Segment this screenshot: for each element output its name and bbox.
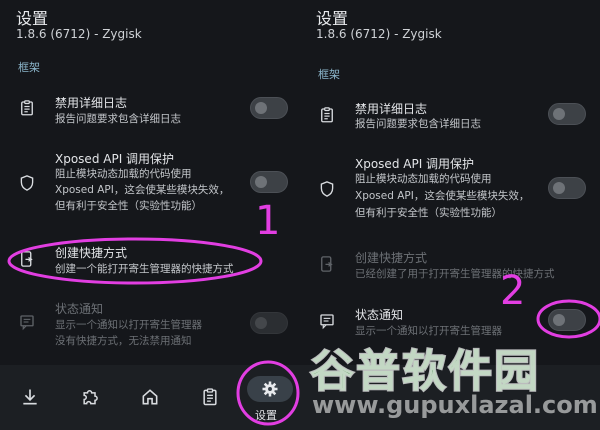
page-title: 设置: [16, 9, 49, 28]
setting-desc: 但有利于安全性（实验性功能）: [55, 200, 202, 212]
setting-disable-verbose-log[interactable]: 禁用详细日志 报告问题要求包含详细日志: [0, 90, 300, 140]
section-header-framework: 框架: [318, 68, 340, 81]
gear-icon: [261, 380, 279, 398]
setting-desc: 创建一个能打开寄生管理器的快捷方式: [55, 263, 234, 275]
nav-item-settings[interactable]: [247, 376, 293, 402]
page-title: 设置: [316, 9, 349, 28]
setting-xposed-api-protection[interactable]: Xposed API 调用保护 阻止模块动态加载的代码使用 Xposed API…: [300, 155, 600, 240]
watermark-url: www.gupuxlazal.com: [312, 391, 598, 419]
puzzle-icon[interactable]: [80, 387, 100, 407]
verbose-log-toggle[interactable]: [250, 97, 288, 119]
setting-desc: Xposed API，这会使某些模块失效，: [355, 190, 530, 202]
notification-icon: [318, 312, 336, 330]
setting-title: 创建快捷方式: [55, 246, 128, 260]
setting-disable-verbose-log[interactable]: 禁用详细日志 报告问题要求包含详细日志: [300, 98, 600, 148]
status-notification-toggle: [250, 312, 288, 334]
setting-desc: 阻止模块动态加载的代码使用: [355, 173, 492, 185]
setting-desc: 报告问题要求包含详细日志: [55, 113, 181, 125]
setting-desc: Xposed API，这会使某些模块失效，: [55, 184, 230, 196]
setting-status-notification: 状态通知 显示一个通知以打开寄生管理器 没有快捷方式，无法禁用通知: [0, 298, 300, 353]
setting-title: 创建快捷方式: [355, 251, 428, 265]
setting-title: Xposed API 调用保护: [355, 157, 475, 171]
setting-create-shortcut: 创建快捷方式 已经创建了用于打开寄生管理器的快捷方式: [300, 247, 600, 292]
setting-desc: 没有快捷方式，无法禁用通知: [55, 335, 192, 347]
step-number-1: 1: [255, 198, 281, 244]
shortcut-icon: [18, 250, 36, 268]
home-icon[interactable]: [140, 387, 160, 407]
shortcut-icon: [318, 255, 336, 273]
setting-title: Xposed API 调用保护: [55, 152, 175, 166]
shield-icon: [318, 180, 336, 198]
setting-desc: 报告问题要求包含详细日志: [355, 118, 481, 130]
notification-icon: [18, 313, 36, 331]
status-notification-toggle[interactable]: [548, 309, 586, 331]
section-header-framework: 框架: [18, 61, 40, 74]
setting-title: 禁用详细日志: [355, 102, 428, 116]
setting-title: 禁用详细日志: [55, 96, 128, 110]
verbose-log-toggle[interactable]: [548, 103, 586, 125]
setting-desc: 但有利于安全性（实验性功能）: [355, 207, 502, 219]
api-protection-toggle[interactable]: [250, 171, 288, 193]
setting-desc: 阻止模块动态加载的代码使用: [55, 168, 192, 180]
shield-icon: [18, 174, 36, 192]
setting-title: 状态通知: [55, 302, 104, 316]
step-number-2: 2: [500, 268, 526, 314]
version-subtitle: 1.8.6 (6712) - Zygisk: [16, 27, 142, 41]
watermark: 谷普软件园 www.gupuxlazal.com: [300, 335, 600, 430]
watermark-logo: 谷普软件园: [309, 345, 540, 398]
download-icon[interactable]: [20, 387, 40, 407]
clipboard-icon: [318, 106, 336, 124]
setting-create-shortcut[interactable]: 创建快捷方式 创建一个能打开寄生管理器的快捷方式: [0, 240, 300, 285]
setting-desc: 显示一个通知以打开寄生管理器: [55, 319, 202, 331]
api-protection-toggle[interactable]: [548, 177, 586, 199]
clipboard-icon: [18, 99, 36, 117]
clipboard-icon[interactable]: [200, 387, 220, 407]
setting-title: 状态通知: [355, 308, 404, 322]
nav-settings-label: 设置: [255, 409, 277, 422]
version-subtitle: 1.8.6 (6712) - Zygisk: [316, 27, 442, 41]
